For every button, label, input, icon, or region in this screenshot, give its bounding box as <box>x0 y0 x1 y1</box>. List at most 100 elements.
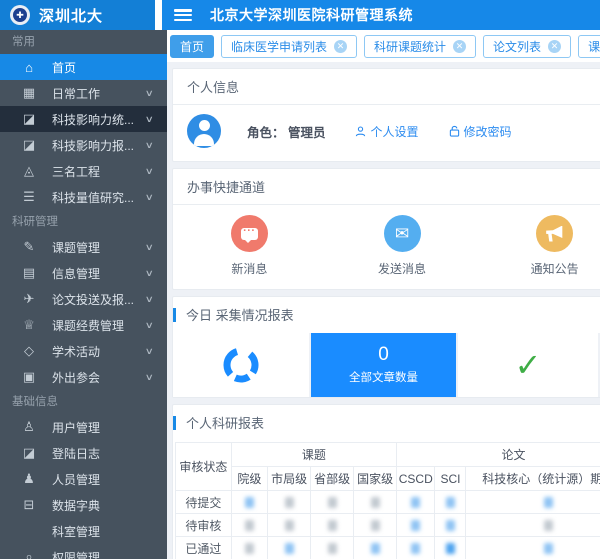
sidebar-item-2-1[interactable]: ◪登陆日志 <box>0 440 167 466</box>
sidebar-item-label: 首页 <box>52 59 167 76</box>
sidebar-item-2-3[interactable]: ⊟数据字典 <box>0 492 167 518</box>
personal-settings-link[interactable]: 个人设置 <box>355 123 418 140</box>
sidebar-item-0-4[interactable]: ◬三名工程∨ <box>0 158 167 184</box>
tab-0[interactable]: 首页 <box>170 35 214 58</box>
tab-2[interactable]: 科研课题统计✕ <box>364 35 476 58</box>
chevron-down-icon: ∨ <box>145 192 154 203</box>
table-cell <box>231 537 267 559</box>
tab-label: 首页 <box>180 38 204 55</box>
table-cell <box>397 537 435 559</box>
close-icon[interactable]: ✕ <box>548 40 561 53</box>
blurred-count-link[interactable] <box>544 543 553 554</box>
main-content: 个人信息 角色： 管理员 个人设置 修改密码 办事快捷通道 新消息✉发 <box>167 62 600 559</box>
users-icon: ♟ <box>22 471 36 487</box>
quick-channel-label: 通知公告 <box>531 260 579 277</box>
sidebar-item-1-1[interactable]: ▤信息管理∨ <box>0 260 167 286</box>
sidebar-item-label: 日常工作 <box>52 85 146 102</box>
avatar <box>187 114 221 148</box>
sidebar-item-0-3[interactable]: ◪科技影响力报...∨ <box>0 132 167 158</box>
sidebar-item-1-0[interactable]: ✎课题管理∨ <box>0 234 167 260</box>
table-cell <box>354 491 397 514</box>
sidebar-item-0-5[interactable]: ☰科技量值研究...∨ <box>0 184 167 210</box>
tab-4[interactable]: 课题费用报表✕ <box>578 35 600 58</box>
sidebar-item-2-5[interactable]: ⌕权限管理 <box>0 544 167 559</box>
stat-box-1[interactable]: 0全部文章数量 <box>311 333 456 397</box>
blurred-count-link[interactable] <box>371 543 380 554</box>
table-cell <box>311 537 354 559</box>
table-group-header: 论文 <box>397 443 600 467</box>
blurred-count-link[interactable] <box>446 497 455 508</box>
change-password-link[interactable]: 修改密码 <box>449 123 512 140</box>
home-icon: ⌂ <box>22 60 36 75</box>
blurred-count-link[interactable] <box>544 497 553 508</box>
sidebar-item-label: 三名工程 <box>52 163 146 180</box>
sidebar-item-1-4[interactable]: ◇学术活动∨ <box>0 338 167 364</box>
chevron-down-icon: ∨ <box>145 242 154 253</box>
sidebar-item-0-1[interactable]: ▦日常工作∨ <box>0 80 167 106</box>
table-cell <box>466 491 600 514</box>
table-cell <box>354 514 397 537</box>
sidebar-item-2-4[interactable]: 科室管理 <box>0 518 167 544</box>
logo-text: 深圳北大 <box>39 5 103 26</box>
lock-icon <box>449 125 460 137</box>
blurred-count-link[interactable] <box>446 520 455 531</box>
blurred-count-link[interactable] <box>245 520 254 531</box>
sidebar-section-label: 常用 <box>0 30 167 54</box>
quick-channel-label: 发送消息 <box>378 260 426 277</box>
sidebar-item-1-2[interactable]: ✈论文投送及报...∨ <box>0 286 167 312</box>
sidebar-item-1-5[interactable]: ▣外出参会∨ <box>0 364 167 390</box>
sidebar-item-label: 课题经费管理 <box>52 317 146 334</box>
sidebar-item-0-2[interactable]: ◪科技影响力统...∨ <box>0 106 167 132</box>
blurred-count-link[interactable] <box>328 497 337 508</box>
quick-channels-card: 办事快捷通道 新消息✉发送消息通知公告 <box>172 168 600 290</box>
chevron-down-icon: ∨ <box>145 294 154 305</box>
tab-1[interactable]: 临床医学申请列表✕ <box>221 35 357 58</box>
blurred-count-link[interactable] <box>544 520 553 531</box>
blurred-count-link[interactable] <box>411 497 420 508</box>
blurred-count-link[interactable] <box>411 543 420 554</box>
header-divider <box>155 0 162 30</box>
blurred-count-link[interactable] <box>371 520 380 531</box>
close-icon[interactable]: ✕ <box>453 40 466 53</box>
blurred-count-link[interactable] <box>411 520 420 531</box>
check-icon: ✓ <box>515 349 542 381</box>
open-tabs-bar: 首页临床医学申请列表✕科研课题统计✕论文列表✕课题费用报表✕用户列表✕ <box>167 30 600 62</box>
sidebar-item-1-3[interactable]: ♕课题经费管理∨ <box>0 312 167 338</box>
blurred-count-link[interactable] <box>285 543 294 554</box>
chevron-down-icon: ∨ <box>145 268 154 279</box>
table-cell <box>354 537 397 559</box>
research-report-title: 个人科研报表 <box>186 413 264 432</box>
blurred-count-link[interactable] <box>245 497 254 508</box>
sidebar-item-label: 外出参会 <box>52 369 146 386</box>
table-cell <box>435 514 466 537</box>
sidebar-item-label: 科技影响力报... <box>52 137 146 154</box>
hamburger-menu-icon[interactable] <box>174 9 192 21</box>
blurred-count-link[interactable] <box>245 543 254 554</box>
app-header: ✚ 深圳北大 北京大学深圳医院科研管理系统 <box>0 0 600 30</box>
sidebar-item-0-0[interactable]: ⌂ 首页 <box>0 54 167 80</box>
sidebar-item-label: 登陆日志 <box>52 445 167 462</box>
accent-bar <box>173 416 176 430</box>
blurred-count-link[interactable] <box>446 543 455 554</box>
sidebar-item-2-2[interactable]: ♟人员管理 <box>0 466 167 492</box>
quick-channel-2[interactable]: 通知公告 <box>478 215 600 277</box>
blurred-count-link[interactable] <box>328 520 337 531</box>
loading-spinner-icon <box>221 345 261 385</box>
tab-3[interactable]: 论文列表✕ <box>483 35 571 58</box>
blurred-count-link[interactable] <box>285 497 294 508</box>
sidebar-section-label: 科研管理 <box>0 210 167 234</box>
blurred-count-link[interactable] <box>371 497 380 508</box>
blurred-count-link[interactable] <box>285 520 294 531</box>
quick-channel-0[interactable]: 新消息 <box>173 215 326 277</box>
chevron-down-icon: ∨ <box>145 88 154 99</box>
today-report-card: 今日 采集情况报表 0全部文章数量✓ <box>172 296 600 398</box>
list-icon: ☰ <box>22 189 36 205</box>
table-cell <box>311 514 354 537</box>
sidebar-item-2-0[interactable]: ♙用户管理 <box>0 414 167 440</box>
blurred-count-link[interactable] <box>328 543 337 554</box>
table-group-header: 课题 <box>231 443 396 467</box>
quick-channel-1[interactable]: ✉发送消息 <box>326 215 479 277</box>
chevron-down-icon: ∨ <box>145 166 154 177</box>
chat-icon <box>231 215 268 252</box>
close-icon[interactable]: ✕ <box>334 40 347 53</box>
